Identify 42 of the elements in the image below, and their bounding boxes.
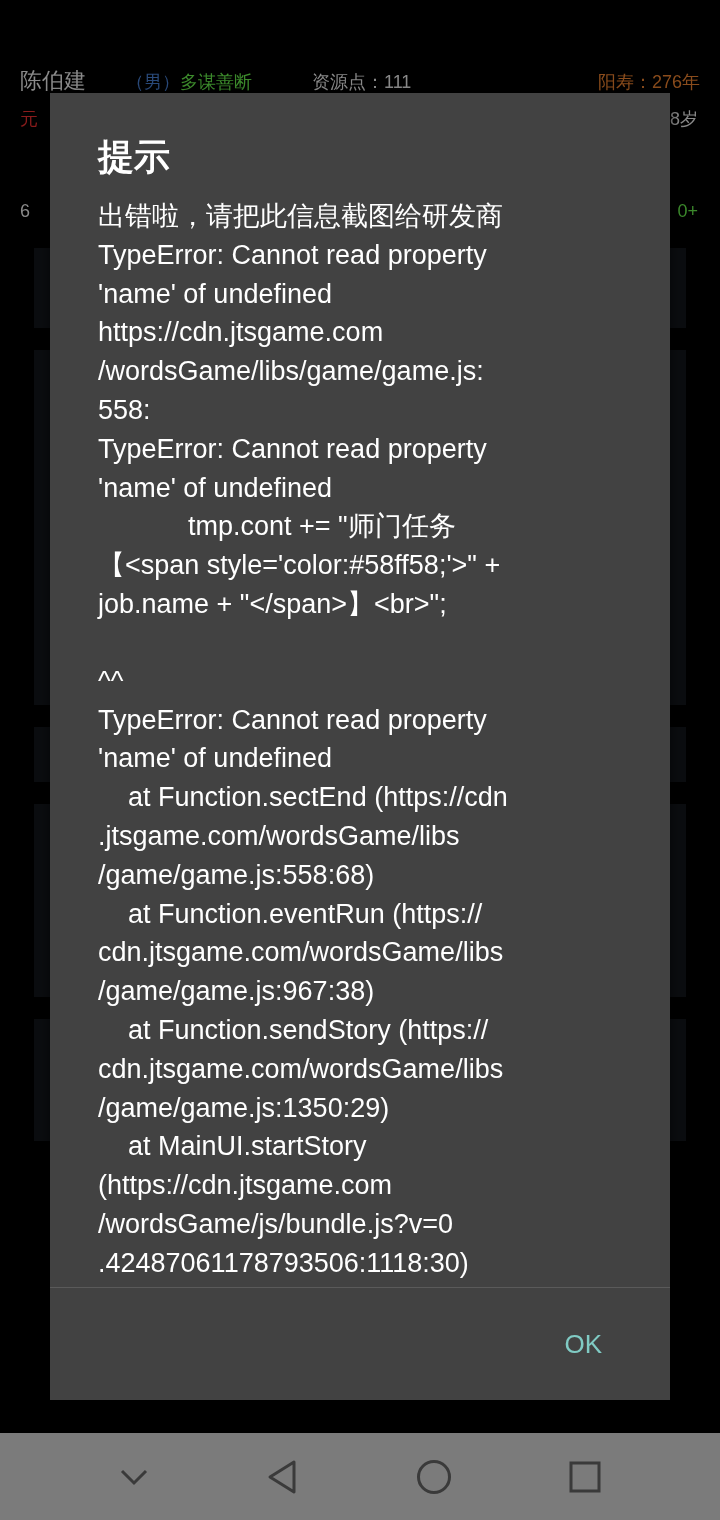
recents-icon[interactable] bbox=[569, 1460, 602, 1493]
error-message-line: ^^ bbox=[98, 664, 125, 698]
chevron-down-icon[interactable] bbox=[118, 1467, 149, 1486]
home-icon[interactable] bbox=[415, 1458, 452, 1495]
error-message-line: at Function.sectEnd (https://cdn bbox=[127, 781, 509, 815]
error-message-line: /wordsGame/libs/game/game.js: bbox=[98, 355, 485, 389]
error-message-line: cdn.jtsgame.com/wordsGame/libs bbox=[98, 936, 505, 970]
error-message-line: 'name' of undefined bbox=[98, 742, 333, 776]
error-message-line: https://cdn.jtsgame.com bbox=[98, 316, 385, 350]
error-message-line: /game/game.js:1350:29) bbox=[98, 1091, 391, 1125]
error-message-line: 'name' of undefined bbox=[98, 277, 333, 311]
character-name: 陈伯建 bbox=[20, 70, 86, 92]
error-message-line: /wordsGame/js/bundle.js?v=0 bbox=[98, 1207, 454, 1241]
resources-label: 资源点：111 bbox=[312, 71, 412, 93]
age-label: 8岁 bbox=[670, 108, 698, 130]
error-message-line: /game/game.js:967:38) bbox=[98, 975, 376, 1009]
gender-label: （男） bbox=[126, 71, 180, 93]
error-message-line: at MainUI.startStory bbox=[127, 1130, 368, 1164]
error-message-line: 'name' of undefined bbox=[98, 471, 333, 505]
error-message-line: TypeError: Cannot read property bbox=[98, 703, 488, 737]
error-message-line: .42487061178793506:1118:30) bbox=[98, 1246, 470, 1280]
error-message-line: .jtsgame.com/wordsGame/libs bbox=[98, 819, 461, 853]
error-message-line: 【<span style='color:#58ff58;'>" + bbox=[98, 549, 502, 583]
realm-label: 元 bbox=[20, 108, 38, 130]
error-message-line: at Function.sendStory (https:// bbox=[127, 1013, 490, 1047]
error-message-line: TypeError: Cannot read property bbox=[98, 238, 488, 272]
stat-value: 6 bbox=[20, 200, 30, 222]
error-message-line: cdn.jtsgame.com/wordsGame/libs bbox=[98, 1052, 505, 1086]
lifespan-label: 阳寿：276年 bbox=[597, 71, 700, 93]
trait-label: 多谋善断 bbox=[180, 71, 252, 93]
error-message-line: at Function.eventRun (https:// bbox=[127, 897, 484, 931]
error-message-line: job.name + "</span>】<br>"; bbox=[98, 587, 448, 621]
error-message-line: /game/game.js:558:68) bbox=[98, 858, 376, 892]
error-message-line: 出错啦，请把此信息截图给研发商 bbox=[98, 200, 504, 233]
back-icon[interactable] bbox=[266, 1458, 299, 1495]
ok-button[interactable]: OK bbox=[552, 1318, 614, 1370]
dialog-title: 提示 bbox=[96, 135, 171, 179]
error-message-line: TypeError: Cannot read property bbox=[98, 432, 488, 466]
error-message-line: (https://cdn.jtsgame.com bbox=[98, 1169, 394, 1203]
error-message-line: tmp.cont += "师门任务 bbox=[187, 510, 457, 544]
error-message-line: 558: bbox=[98, 394, 152, 427]
stat-bonus: 0+ bbox=[677, 200, 698, 222]
